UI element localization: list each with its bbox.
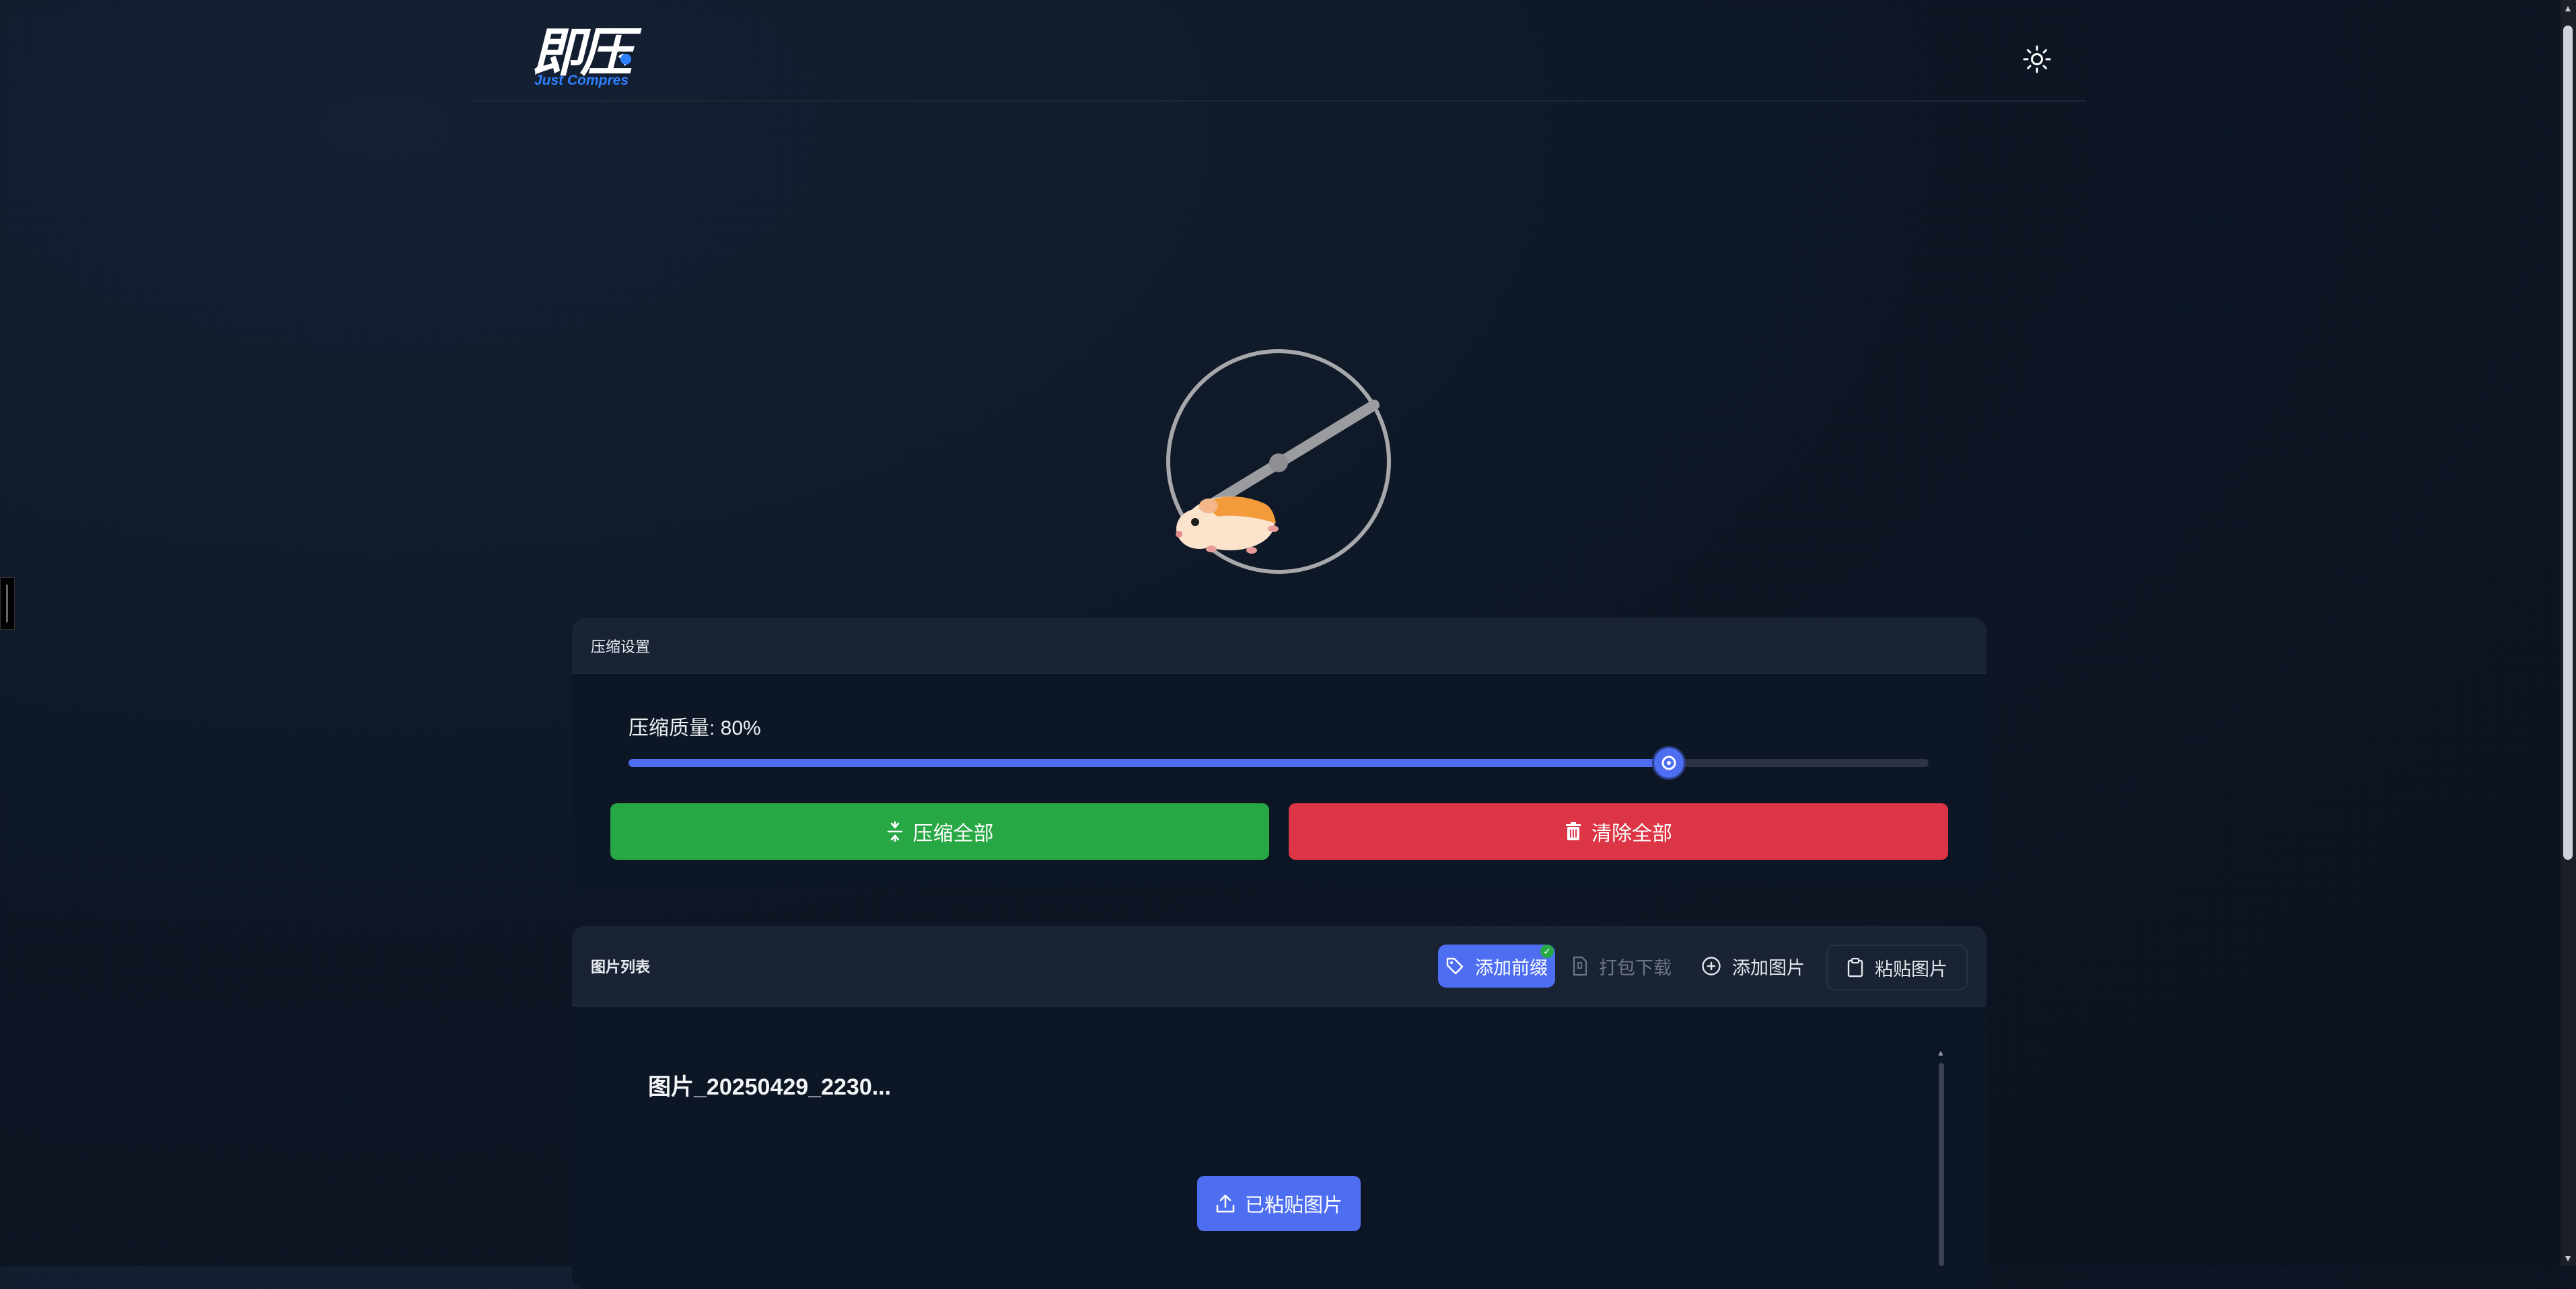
page-scrollbar[interactable]: ▲ ▼ xyxy=(2561,0,2576,1266)
upload-icon xyxy=(1216,1194,1235,1213)
sun-icon xyxy=(2023,45,2051,73)
compress-all-label: 压缩全部 xyxy=(913,823,994,845)
quality-label: 压缩质量: 80% xyxy=(629,717,761,739)
paste-image-label: 粘贴图片 xyxy=(1875,959,1947,980)
side-handle[interactable] xyxy=(0,577,15,630)
list-scroll-up-icon[interactable]: ▲ xyxy=(1937,1048,1945,1058)
add-prefix-button[interactable]: 添加前缀 ✓ xyxy=(1438,945,1555,988)
app-logo: 即压 Just Compres xyxy=(532,26,639,90)
add-image-label: 添加图片 xyxy=(1732,957,1805,978)
quality-slider[interactable] xyxy=(629,748,1929,778)
scrollbar-thumb[interactable] xyxy=(2563,26,2573,860)
clipboard-icon xyxy=(1847,957,1863,978)
logo-dot xyxy=(620,54,631,65)
settings-card-header: 压缩设置 xyxy=(572,618,1987,674)
compress-all-button[interactable]: 压缩全部 xyxy=(610,803,1269,860)
pasted-image-button[interactable]: 已粘贴图片 xyxy=(1197,1176,1361,1231)
clear-all-label: 清除全部 xyxy=(1591,823,1672,845)
plus-circle-icon xyxy=(1702,957,1721,975)
theme-toggle-button[interactable] xyxy=(2022,44,2052,74)
zip-file-icon xyxy=(1573,956,1587,976)
image-list-title: 图片列表 xyxy=(591,959,651,975)
trash-icon xyxy=(1566,822,1581,840)
image-list-scrollbar[interactable] xyxy=(1939,1063,1944,1266)
check-badge-icon: ✓ xyxy=(1540,945,1554,958)
clear-all-button[interactable]: 清除全部 xyxy=(1289,803,1948,860)
header-divider xyxy=(471,100,2086,102)
logo-english-text: Just Compres xyxy=(534,73,629,88)
quality-slider-thumb[interactable] xyxy=(1653,748,1684,778)
pasted-image-label: 已粘贴图片 xyxy=(1244,1195,1343,1216)
add-image-button[interactable]: 添加图片 xyxy=(1701,945,1805,988)
quality-slider-fill xyxy=(629,759,1669,767)
download-zip-button[interactable]: 打包下载 xyxy=(1572,945,1672,988)
scroll-down-arrow-icon[interactable]: ▼ xyxy=(2563,1253,2573,1263)
scroll-up-arrow-icon[interactable]: ▲ xyxy=(2563,3,2573,13)
slider-thumb-icon xyxy=(1661,756,1676,770)
settings-title: 压缩设置 xyxy=(591,638,651,655)
add-prefix-label: 添加前缀 xyxy=(1475,957,1548,978)
download-zip-label: 打包下载 xyxy=(1599,957,1672,978)
hamster-wheel-illustration xyxy=(1166,349,1391,574)
hamster-icon xyxy=(1176,496,1279,554)
tag-icon xyxy=(1446,957,1464,975)
paste-image-button[interactable]: 粘贴图片 xyxy=(1826,945,1968,990)
compress-icon xyxy=(887,821,902,842)
list-item[interactable]: 图片_20250429_2230... xyxy=(648,1068,891,1101)
